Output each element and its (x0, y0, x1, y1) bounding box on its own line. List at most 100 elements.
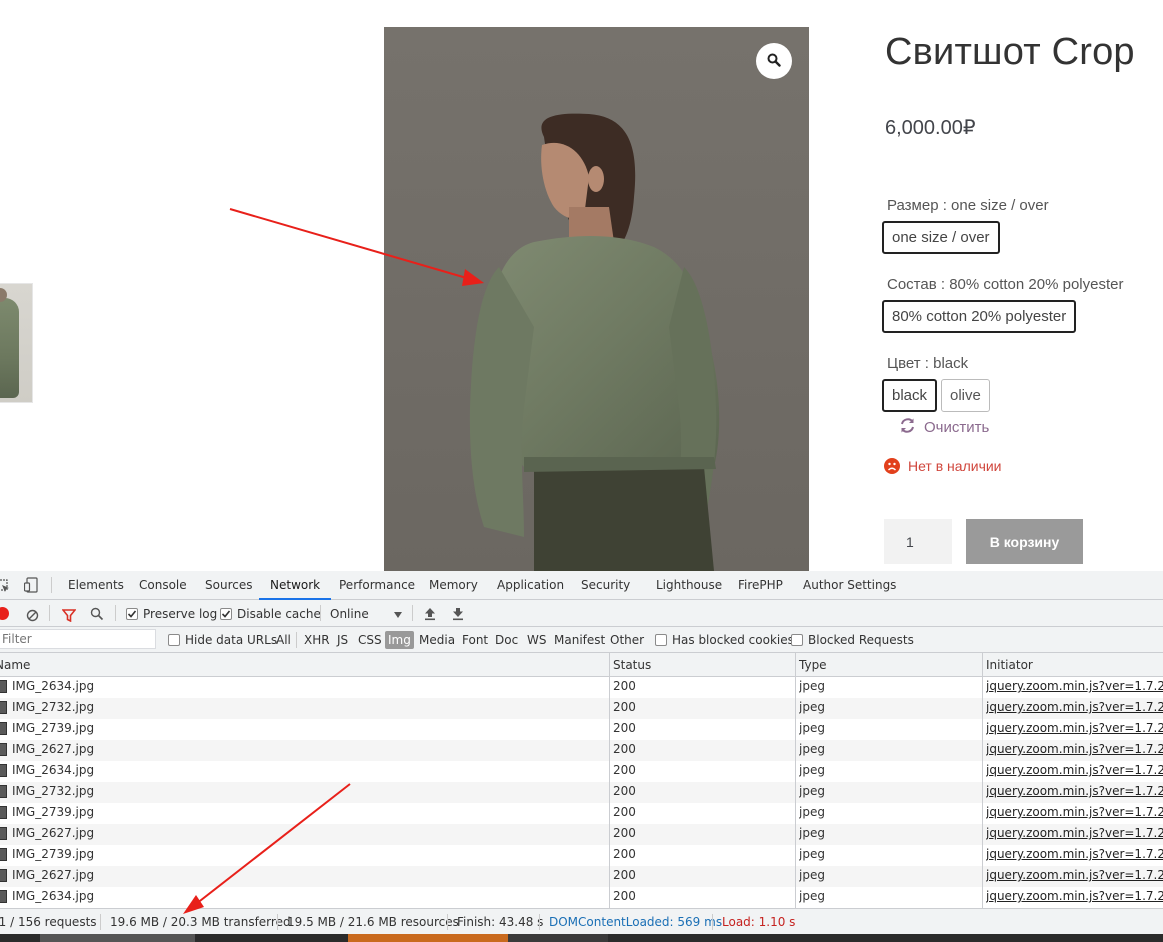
composition-option[interactable]: 80% cotton 20% polyester (882, 300, 1077, 333)
request-name-cell: IMG_2739.jpg (0, 803, 605, 824)
color-option-olive[interactable]: olive (941, 379, 990, 412)
record-icon[interactable] (0, 607, 9, 620)
tab-memory[interactable]: Memory (429, 571, 478, 600)
tab-elements[interactable]: Elements (68, 571, 124, 600)
tab-author-settings[interactable]: Author Settings (803, 571, 896, 600)
type-filter-css[interactable]: CSS (355, 631, 385, 649)
network-filter-bar: Hide data URLs All XHR JS CSS Img Media … (0, 627, 1163, 653)
hide-data-urls-checkbox[interactable]: Hide data URLs (168, 627, 277, 653)
dom-content-loaded-time: DOMContentLoaded: 569 ms (549, 915, 723, 929)
product-main-image[interactable] (384, 27, 809, 571)
image-file-icon (0, 764, 7, 777)
zoom-button[interactable] (756, 43, 792, 79)
gallery-thumbnail[interactable] (0, 283, 33, 403)
devtools-tab-bar: Elements Console Sources Network Perform… (0, 571, 1163, 600)
quantity-input[interactable] (884, 519, 952, 564)
request-initiator-link[interactable]: jquery.zoom.min.js?ver=1.7.21:6 (986, 740, 1163, 761)
table-row[interactable]: IMG_2732.jpg 200 jpeg jquery.zoom.min.js?ve… (0, 698, 1163, 719)
request-initiator-link[interactable]: jquery.zoom.min.js?ver=1.7.21:6 (986, 824, 1163, 845)
request-name: IMG_2627.jpg (12, 826, 95, 840)
type-filter-ws[interactable]: WS (524, 631, 549, 649)
request-name: IMG_2627.jpg (12, 868, 95, 882)
load-time: Load: 1.10 s (722, 915, 796, 929)
request-type: jpeg (799, 889, 825, 903)
request-initiator-link[interactable]: jquery.zoom.min.js?ver=1.7.21:6 (986, 761, 1163, 782)
request-initiator-link[interactable]: jquery.zoom.min.js?ver=1.7.21:6 (986, 677, 1163, 698)
add-to-cart-button[interactable]: В корзину (966, 519, 1083, 564)
tab-sources[interactable]: Sources (205, 571, 252, 600)
table-row[interactable]: IMG_2739.jpg 200 jpeg jquery.zoom.min.js?ve… (0, 719, 1163, 740)
inspect-icon[interactable] (0, 578, 10, 597)
request-name: IMG_2739.jpg (12, 805, 95, 819)
request-type: jpeg (799, 679, 825, 693)
type-filter-font[interactable]: Font (459, 631, 491, 649)
tab-security[interactable]: Security (581, 571, 630, 600)
has-blocked-cookies-checkbox[interactable]: Has blocked cookies (655, 627, 794, 653)
request-type: jpeg (799, 868, 825, 882)
table-row[interactable]: IMG_2634.jpg 200 jpeg jquery.zoom.min.js?ve… (0, 761, 1163, 782)
download-icon[interactable] (452, 606, 464, 625)
tab-performance[interactable]: Performance (339, 571, 415, 600)
request-initiator-link[interactable]: jquery.zoom.min.js?ver=1.7.21:6 (986, 782, 1163, 803)
request-type: jpeg (799, 742, 825, 756)
tab-lighthouse[interactable]: Lighthouse (656, 571, 722, 600)
clear-selection-link[interactable]: Очистить (899, 417, 989, 438)
table-row[interactable]: IMG_2739.jpg 200 jpeg jquery.zoom.min.js?ve… (0, 845, 1163, 866)
column-status[interactable]: Status (609, 653, 795, 677)
table-row[interactable]: IMG_2634.jpg 200 jpeg jquery.zoom.min.js?ve… (0, 677, 1163, 698)
filter-input[interactable] (0, 629, 156, 649)
blocked-requests-checkbox[interactable]: Blocked Requests (791, 627, 914, 653)
table-row[interactable]: IMG_2634.jpg 200 jpeg jquery.zoom.min.js?ve… (0, 887, 1163, 908)
disable-cache-checkbox[interactable]: Disable cache (220, 600, 321, 627)
request-initiator-link[interactable]: jquery.zoom.min.js?ver=1.7.21:6 (986, 803, 1163, 824)
clear-icon[interactable] (26, 607, 39, 626)
table-row[interactable]: IMG_2627.jpg 200 jpeg jquery.zoom.min.js?ve… (0, 824, 1163, 845)
tab-network[interactable]: Network (259, 571, 332, 600)
type-filter-other[interactable]: Other (607, 631, 647, 649)
upload-icon[interactable] (424, 606, 436, 625)
preserve-log-checkbox[interactable]: Preserve log (126, 600, 217, 627)
throttling-select[interactable]: Online (330, 600, 402, 627)
color-option-black[interactable]: black (882, 379, 938, 412)
request-initiator-link[interactable]: jquery.zoom.min.js?ver=1.7.21:6 (986, 866, 1163, 887)
request-name: IMG_2634.jpg (12, 763, 95, 777)
filter-icon[interactable] (61, 607, 77, 626)
resources-size: 19.5 MB / 21.6 MB resources (287, 915, 459, 929)
tab-application[interactable]: Application (497, 571, 564, 600)
table-row[interactable]: IMG_2627.jpg 200 jpeg jquery.zoom.min.js?ve… (0, 866, 1163, 887)
size-option-one-size[interactable]: one size / over (882, 221, 1000, 254)
request-status: 200 (613, 826, 636, 840)
request-initiator-link[interactable]: jquery.zoom.min.js?ver=1.7.21:6 (986, 698, 1163, 719)
sad-face-icon (884, 458, 900, 474)
tab-firephp[interactable]: FirePHP (738, 571, 783, 600)
request-name: IMG_2739.jpg (12, 721, 95, 735)
tab-console[interactable]: Console (139, 571, 187, 600)
column-type[interactable]: Type (795, 653, 982, 677)
image-file-icon (0, 827, 7, 840)
request-initiator-link[interactable]: jquery.zoom.min.js?ver=1.7.21:6 (986, 887, 1163, 908)
type-filter-manifest[interactable]: Manifest (551, 631, 608, 649)
type-filter-media[interactable]: Media (416, 631, 458, 649)
request-initiator-link[interactable]: jquery.zoom.min.js?ver=1.7.21:6 (986, 719, 1163, 740)
type-filter-all[interactable]: All (273, 631, 294, 649)
column-initiator[interactable]: Initiator (982, 653, 1163, 677)
type-filter-xhr[interactable]: XHR (301, 631, 333, 649)
request-status: 200 (613, 784, 636, 798)
table-row[interactable]: IMG_2732.jpg 200 jpeg jquery.zoom.min.js?ve… (0, 782, 1163, 803)
finish-time: Finish: 43.48 s (457, 915, 544, 929)
request-name-cell: IMG_2739.jpg (0, 845, 605, 866)
request-initiator-link[interactable]: jquery.zoom.min.js?ver=1.7.21:6 (986, 845, 1163, 866)
image-file-icon (0, 806, 7, 819)
refresh-icon (899, 417, 916, 438)
column-name[interactable]: Name (0, 653, 609, 677)
checkbox-unchecked-icon (791, 634, 803, 646)
table-row[interactable]: IMG_2739.jpg 200 jpeg jquery.zoom.min.js?ve… (0, 803, 1163, 824)
search-icon[interactable] (90, 606, 104, 625)
type-filter-img[interactable]: Img (385, 631, 414, 649)
device-icon[interactable] (23, 577, 38, 597)
search-icon (767, 52, 781, 71)
request-type: jpeg (799, 700, 825, 714)
table-row[interactable]: IMG_2627.jpg 200 jpeg jquery.zoom.min.js?ve… (0, 740, 1163, 761)
type-filter-doc[interactable]: Doc (492, 631, 521, 649)
type-filter-js[interactable]: JS (334, 631, 351, 649)
